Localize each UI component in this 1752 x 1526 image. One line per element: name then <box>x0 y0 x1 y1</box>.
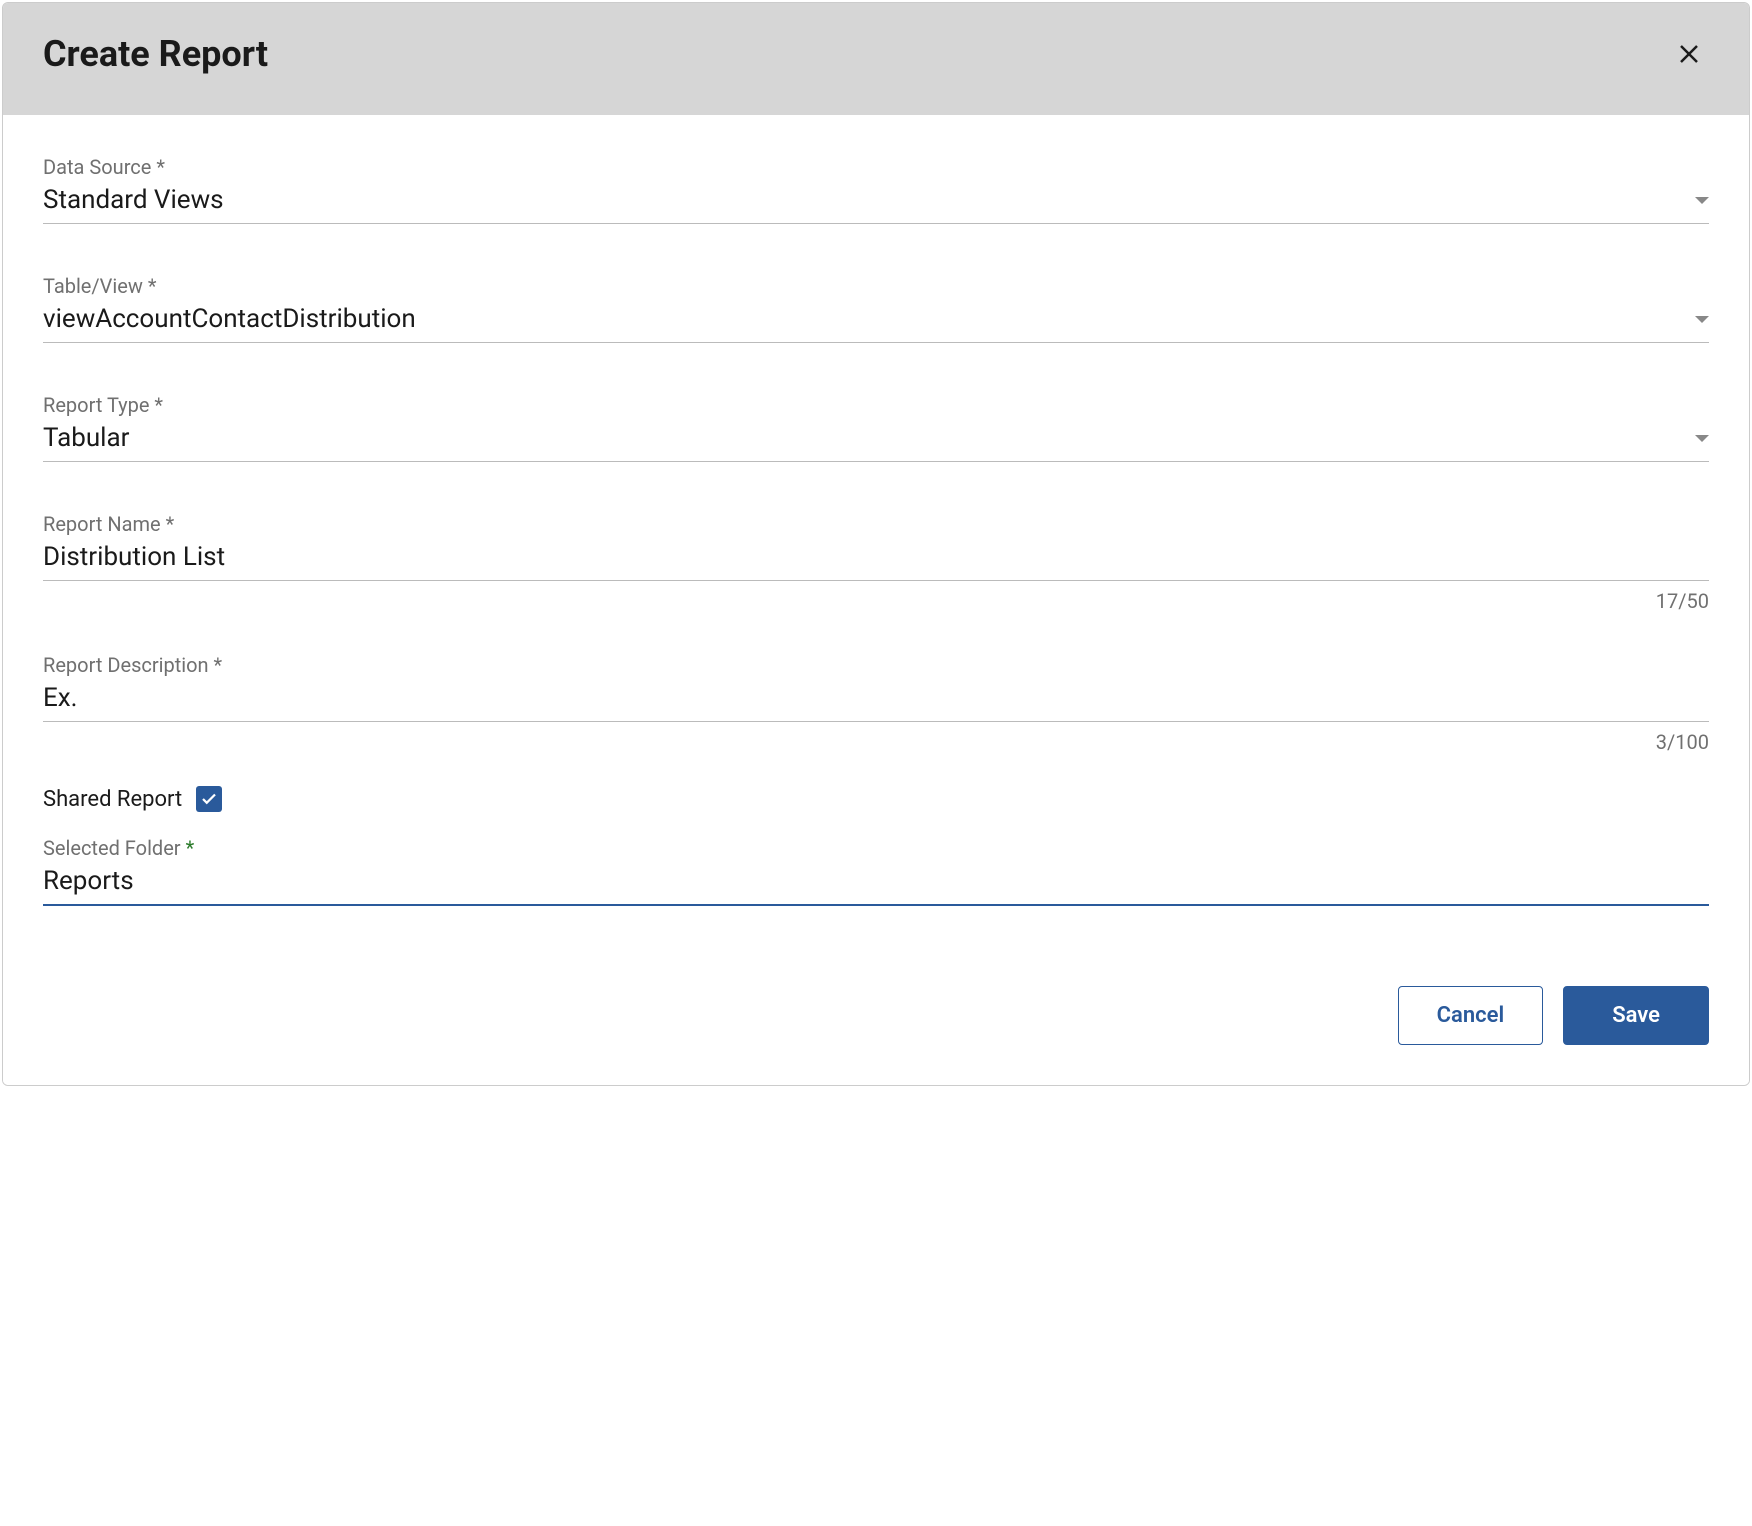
report-name-counter: 17/50 <box>43 589 1709 613</box>
cancel-button[interactable]: Cancel <box>1398 986 1544 1045</box>
report-description-input[interactable] <box>43 683 1709 713</box>
dialog-body: Data Source * Standard Views Table/View … <box>3 115 1749 956</box>
shared-report-label: Shared Report <box>43 787 182 812</box>
report-description-counter: 3/100 <box>43 730 1709 754</box>
check-icon <box>200 790 218 808</box>
report-description-field: Report Description * 3/100 <box>43 653 1709 754</box>
table-view-field: Table/View * viewAccountContactDistribut… <box>43 274 1709 343</box>
report-name-input[interactable] <box>43 542 1709 572</box>
close-icon <box>1677 42 1701 66</box>
dialog-title: Create Report <box>43 33 268 75</box>
report-type-select[interactable]: Tabular <box>43 421 1709 462</box>
chevron-down-icon <box>1695 316 1709 323</box>
report-name-label: Report Name * <box>43 512 1709 536</box>
data-source-label: Data Source * <box>43 155 1709 179</box>
shared-report-checkbox[interactable] <box>196 786 222 812</box>
report-name-input-wrapper <box>43 540 1709 581</box>
chevron-down-icon <box>1695 435 1709 442</box>
close-button[interactable] <box>1669 34 1709 74</box>
chevron-down-icon <box>1695 197 1709 204</box>
save-button[interactable]: Save <box>1563 986 1709 1045</box>
dialog-header: Create Report <box>3 3 1749 115</box>
table-view-value: viewAccountContactDistribution <box>43 304 416 334</box>
selected-folder-input[interactable] <box>43 866 1709 896</box>
table-view-select[interactable]: viewAccountContactDistribution <box>43 302 1709 343</box>
dialog-footer: Cancel Save <box>3 956 1749 1085</box>
selected-folder-field: Selected Folder * <box>43 836 1709 906</box>
required-star: * <box>186 836 195 860</box>
shared-report-row: Shared Report <box>43 786 1709 812</box>
report-description-input-wrapper <box>43 681 1709 722</box>
report-name-field: Report Name * 17/50 <box>43 512 1709 613</box>
selected-folder-label-text: Selected Folder <box>43 836 186 860</box>
report-type-field: Report Type * Tabular <box>43 393 1709 462</box>
table-view-label: Table/View * <box>43 274 1709 298</box>
create-report-dialog: Create Report Data Source * Standard Vie… <box>2 2 1750 1086</box>
data-source-value: Standard Views <box>43 185 224 215</box>
data-source-select[interactable]: Standard Views <box>43 183 1709 224</box>
report-type-label: Report Type * <box>43 393 1709 417</box>
report-description-label: Report Description * <box>43 653 1709 677</box>
selected-folder-label: Selected Folder * <box>43 836 1709 860</box>
selected-folder-input-wrapper <box>43 864 1709 906</box>
report-type-value: Tabular <box>43 423 129 453</box>
data-source-field: Data Source * Standard Views <box>43 155 1709 224</box>
